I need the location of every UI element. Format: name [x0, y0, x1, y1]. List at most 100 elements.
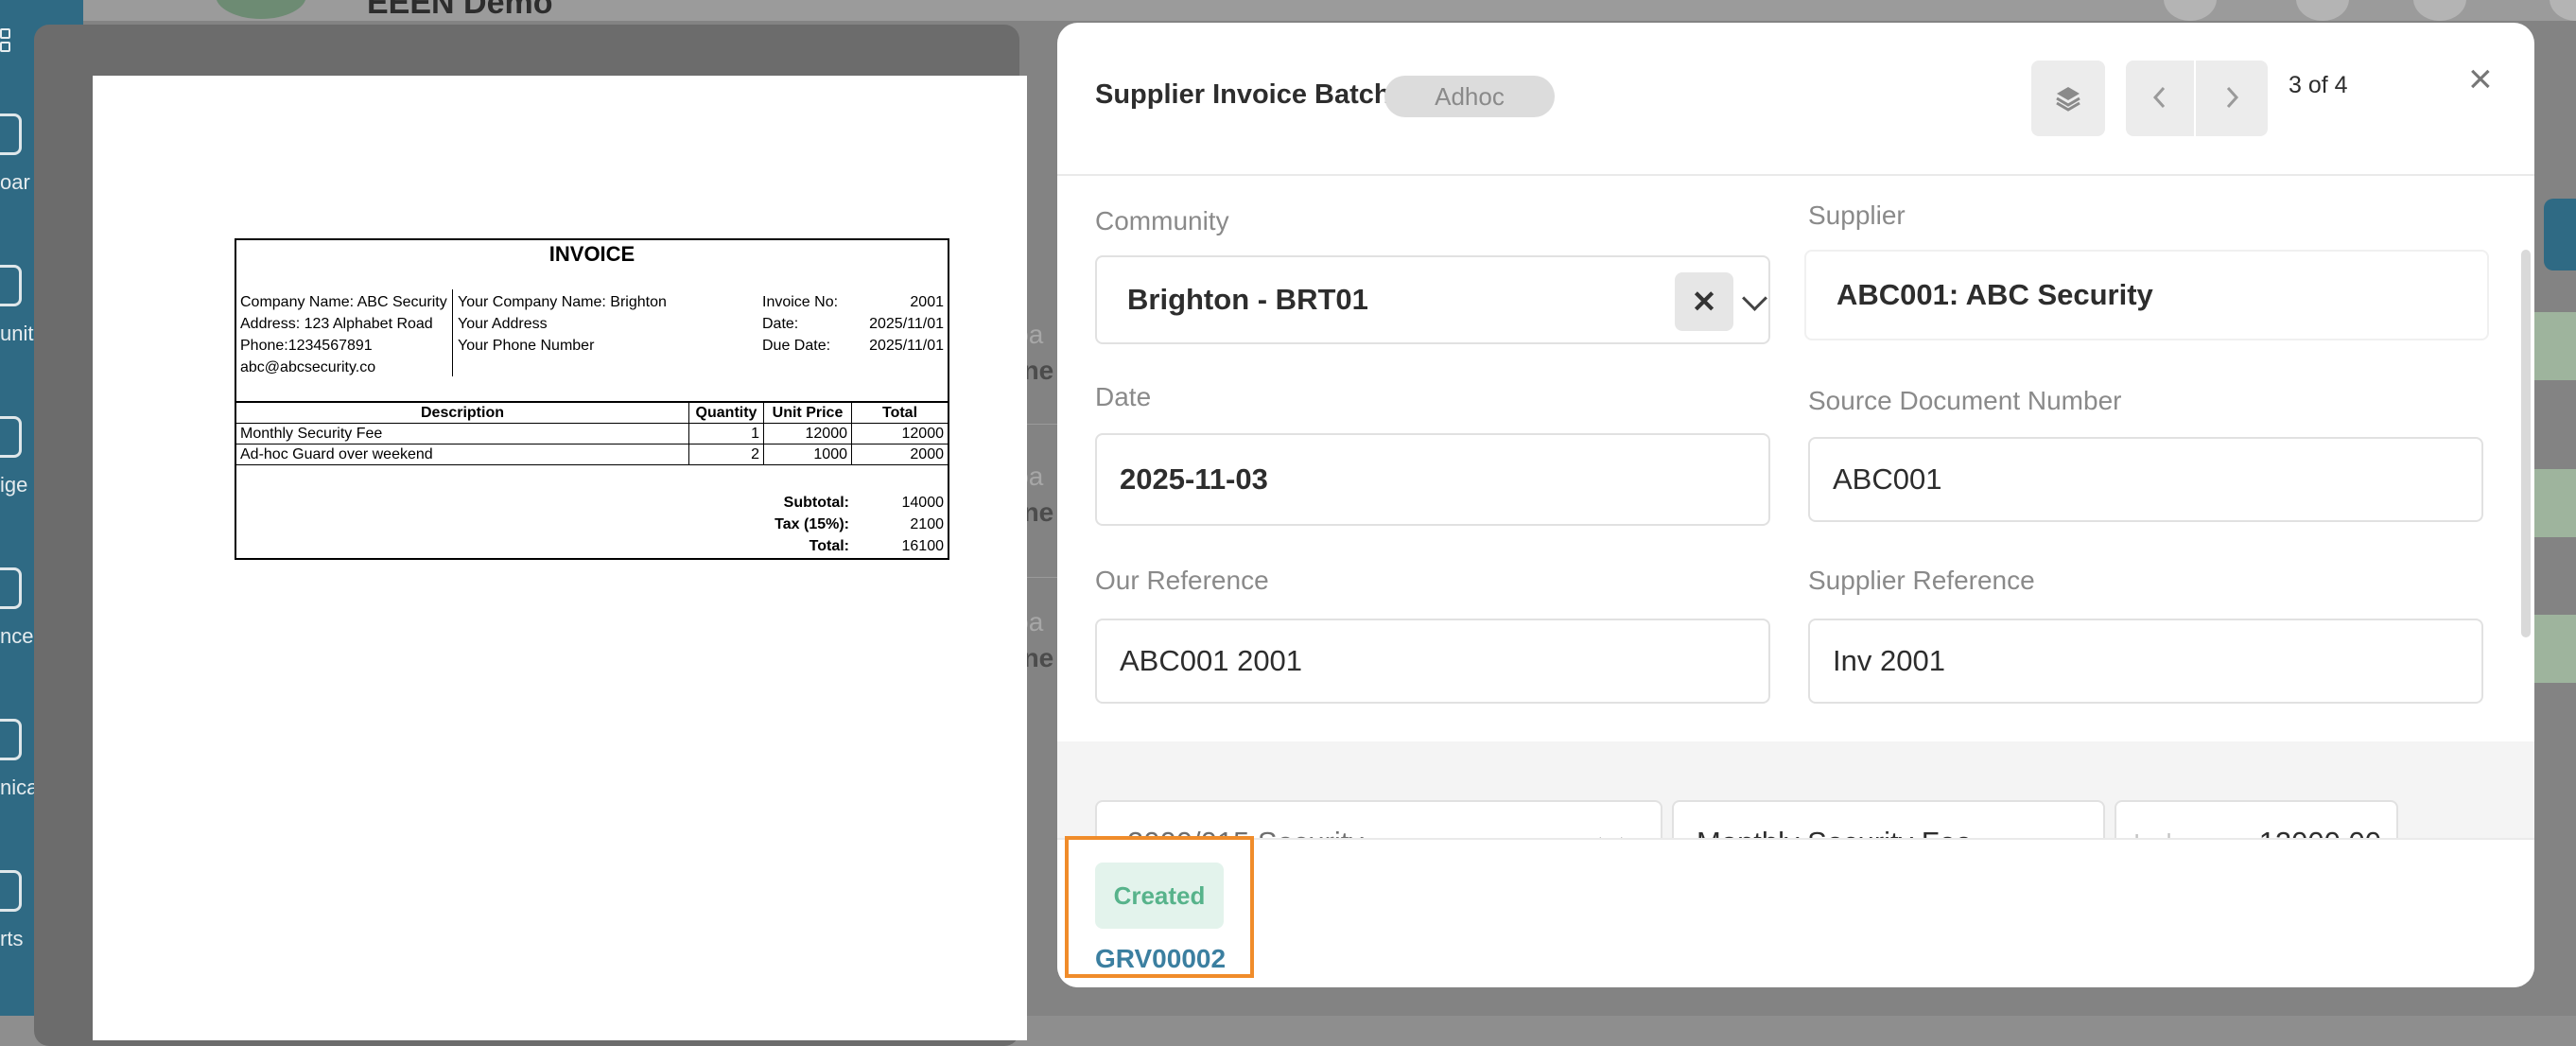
divider [452, 289, 453, 376]
table-header-row: Description Quantity Unit Price Total [236, 401, 948, 424]
date-field[interactable]: 2025-11-03 [1095, 433, 1770, 526]
layers-icon [2056, 86, 2080, 112]
chevron-down-icon[interactable] [1742, 286, 1767, 311]
apps-icon[interactable] [0, 28, 17, 57]
scrollbar[interactable] [2521, 250, 2531, 637]
pager-text: 3 of 4 [2289, 72, 2348, 98]
highlight-box [1065, 836, 1254, 978]
building-icon [0, 265, 22, 306]
table-cell: 2 [688, 444, 764, 465]
totals-row: Tax (15%): 2100 [736, 514, 944, 535]
modal-footer: Created GRV00002 [1057, 838, 2534, 987]
totals-label: Subtotal: [783, 495, 849, 511]
source-document-field[interactable]: ABC001 [1808, 437, 2483, 522]
from-line: abc@abcsecurity.co [240, 359, 376, 375]
from-line: Address: 123 Alphabet Road [240, 316, 433, 332]
side-tab[interactable] [2544, 199, 2576, 270]
dollar-icon [0, 567, 22, 609]
from-line: Phone:1234567891 [240, 338, 373, 354]
totals-row: Subtotal: 14000 [736, 492, 944, 514]
meta-value: 2001 [910, 294, 944, 310]
source-document-label: Source Document Number [1808, 386, 2122, 415]
table-cell: Ad-hoc Guard over weekend [236, 444, 689, 465]
totals-row: Total: 16100 [736, 535, 944, 557]
column-header: Description [236, 401, 689, 424]
invoice-meta-labels: Invoice No: Date: Due Date: [762, 291, 838, 357]
invoice-totals: Subtotal: 14000 Tax (15%): 2100 Total: 1… [736, 492, 944, 557]
supplier-value: ABC001: ABC Security [1836, 278, 2153, 311]
report-icon [0, 870, 22, 912]
table-cell: 2000 [851, 444, 948, 465]
next-button[interactable] [2196, 61, 2268, 136]
app-title: EEEN Demo [367, 0, 553, 21]
supplier-reference-value: Inv 2001 [1833, 644, 1945, 677]
date-label: Date [1095, 382, 1152, 411]
layers-button[interactable] [2031, 61, 2105, 136]
table-row: Monthly Security Fee 1 12000 12000 [236, 423, 948, 445]
our-reference-field[interactable]: ABC001 2001 [1095, 619, 1770, 704]
supplier-reference-label: Supplier Reference [1808, 566, 2035, 595]
invoice-to: Your Company Name: Brighton Your Address… [458, 291, 667, 357]
community-select[interactable]: Brighton - BRT01 ✕ [1095, 255, 1770, 344]
meta-value: 2025/11/01 [869, 316, 944, 332]
table-cell: 12000 [851, 423, 948, 445]
close-icon[interactable]: × [2468, 59, 2493, 100]
page-icon [0, 416, 22, 458]
totals-value: 14000 [901, 495, 945, 511]
supplier-reference-field[interactable]: Inv 2001 [1808, 619, 2483, 704]
row-status-strip [2529, 615, 2576, 683]
our-reference-label: Our Reference [1095, 566, 1269, 595]
meta-label: Date: [762, 316, 799, 332]
column-header: Unit Price [763, 401, 852, 424]
batch-type-badge: Adhoc [1384, 76, 1555, 117]
table-cell: Monthly Security Fee [236, 423, 689, 445]
previous-button[interactable] [2126, 61, 2194, 136]
chat-icon[interactable] [2296, 0, 2349, 21]
sidebar-item-label: ige [0, 473, 28, 497]
modal-title: Supplier Invoice Batch [1095, 79, 1391, 110]
edit-icon [0, 719, 22, 760]
modal-header: Supplier Invoice Batch Adhoc 3 of 4 × [1057, 23, 2534, 176]
column-header: Quantity [688, 401, 764, 424]
invoice-title: INVOICE [548, 242, 635, 266]
row-status-strip [2529, 469, 2576, 537]
table-cell: 1000 [763, 444, 852, 465]
inbox-icon[interactable] [2413, 0, 2466, 21]
to-line: Your Company Name: Brighton [458, 294, 667, 310]
totals-label: Tax (15%): [775, 516, 849, 532]
app-header: EEEN Demo [83, 0, 2576, 21]
table-row: Ad-hoc Guard over weekend 2 1000 2000 [236, 444, 948, 465]
table-cell: 12000 [763, 423, 852, 445]
chevron-left-icon [2152, 86, 2166, 108]
meta-value: 2025/11/01 [869, 338, 944, 354]
totals-label: Total: [809, 538, 849, 554]
community-label: Community [1095, 206, 1229, 235]
app-logo [216, 0, 306, 19]
from-line: Company Name: ABC Security [240, 294, 447, 310]
sidebar-item-label: uniti [0, 322, 39, 345]
clear-icon[interactable]: ✕ [1675, 272, 1733, 331]
table-cell: 1 [688, 423, 764, 445]
to-line: Your Address [458, 316, 548, 332]
row-status-strip [2529, 312, 2576, 380]
supplier-invoice-modal: Supplier Invoice Batch Adhoc 3 of 4 × Co… [1057, 23, 2534, 987]
invoice-from: Company Name: ABC Security Address: 123 … [240, 291, 447, 378]
meta-label: Due Date: [762, 338, 831, 354]
to-line: Your Phone Number [458, 338, 595, 354]
source-document-value: ABC001 [1833, 462, 1942, 496]
invoice-line-table: Description Quantity Unit Price Total Mo… [236, 401, 948, 465]
document-page: INVOICE Company Name: ABC Security Addre… [93, 76, 1027, 1040]
grid-icon[interactable] [2550, 0, 2576, 21]
supplier-field[interactable]: ABC001: ABC Security [1804, 250, 2489, 340]
sidebar-item-label: nce [0, 624, 34, 648]
totals-value: 16100 [901, 538, 945, 554]
chevron-right-icon [2226, 86, 2239, 108]
invoice-document: INVOICE Company Name: ABC Security Addre… [235, 238, 949, 560]
trend-icon [0, 113, 22, 155]
meta-label: Invoice No: [762, 294, 839, 310]
our-reference-value: ABC001 2001 [1120, 644, 1303, 677]
column-header: Total [851, 401, 948, 424]
search-icon[interactable] [2164, 0, 2217, 21]
sidebar-item-label: nica [0, 776, 39, 799]
date-value: 2025-11-03 [1120, 462, 1268, 496]
